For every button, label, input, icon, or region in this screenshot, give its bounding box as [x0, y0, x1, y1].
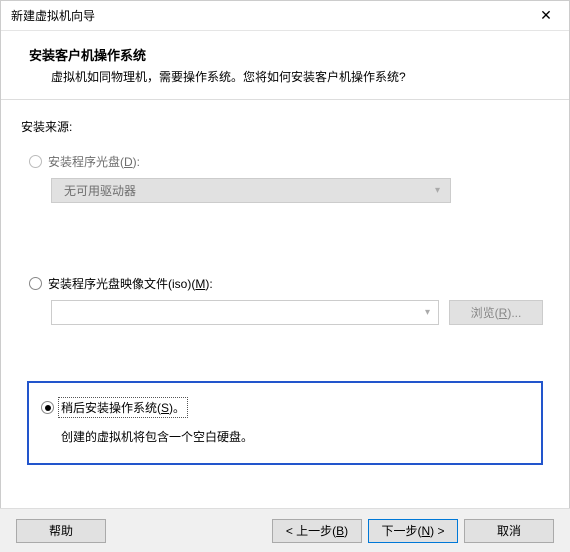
later-hint: 创建的虚拟机将包含一个空白硬盘。 — [61, 428, 529, 445]
install-source-label: 安装来源: — [21, 118, 549, 135]
titlebar: 新建虚拟机向导 ✕ — [1, 1, 569, 31]
wizard-footer: 帮助 < 上一步(B) 下一步(N) > 取消 — [0, 508, 570, 552]
chevron-down-icon: ▾ — [435, 185, 440, 196]
radio-label: 安装程序光盘映像文件(iso)(M): — [48, 275, 213, 292]
radio-label: 稍后安装操作系统(S)。 — [60, 399, 186, 416]
next-button[interactable]: 下一步(N) > — [368, 519, 458, 543]
window-title: 新建虚拟机向导 — [11, 7, 95, 24]
wizard-body: 安装来源: 安装程序光盘(D): 无可用驱动器 ▾ 安装程序光盘映像文件(iso… — [1, 100, 569, 465]
radio-icon — [41, 401, 54, 414]
wizard-header: 安装客户机操作系统 虚拟机如同物理机，需要操作系统。您将如何安装客户机操作系统? — [1, 31, 569, 100]
page-subtitle: 虚拟机如同物理机，需要操作系统。您将如何安装客户机操作系统? — [51, 68, 549, 85]
radio-install-iso[interactable]: 安装程序光盘映像文件(iso)(M): — [29, 275, 549, 292]
radio-install-disc: 安装程序光盘(D): — [29, 153, 549, 170]
selected-option-box: 稍后安装操作系统(S)。 创建的虚拟机将包含一个空白硬盘。 — [27, 381, 543, 465]
iso-row: ▾ 浏览(R)... — [51, 300, 549, 325]
iso-path-combo[interactable]: ▾ — [51, 300, 439, 325]
radio-install-later[interactable]: 稍后安装操作系统(S)。 — [41, 399, 529, 416]
cancel-button[interactable]: 取消 — [464, 519, 554, 543]
browse-button: 浏览(R)... — [449, 300, 543, 325]
close-icon: ✕ — [540, 7, 552, 24]
page-title: 安装客户机操作系统 — [29, 45, 549, 64]
drive-select: 无可用驱动器 ▾ — [51, 178, 451, 203]
drive-select-value: 无可用驱动器 — [64, 182, 136, 199]
help-button[interactable]: 帮助 — [16, 519, 106, 543]
radio-label: 安装程序光盘(D): — [48, 153, 140, 170]
back-button[interactable]: < 上一步(B) — [272, 519, 362, 543]
close-button[interactable]: ✕ — [523, 1, 569, 31]
radio-icon — [29, 155, 42, 168]
chevron-down-icon: ▾ — [425, 307, 430, 318]
radio-icon — [29, 277, 42, 290]
